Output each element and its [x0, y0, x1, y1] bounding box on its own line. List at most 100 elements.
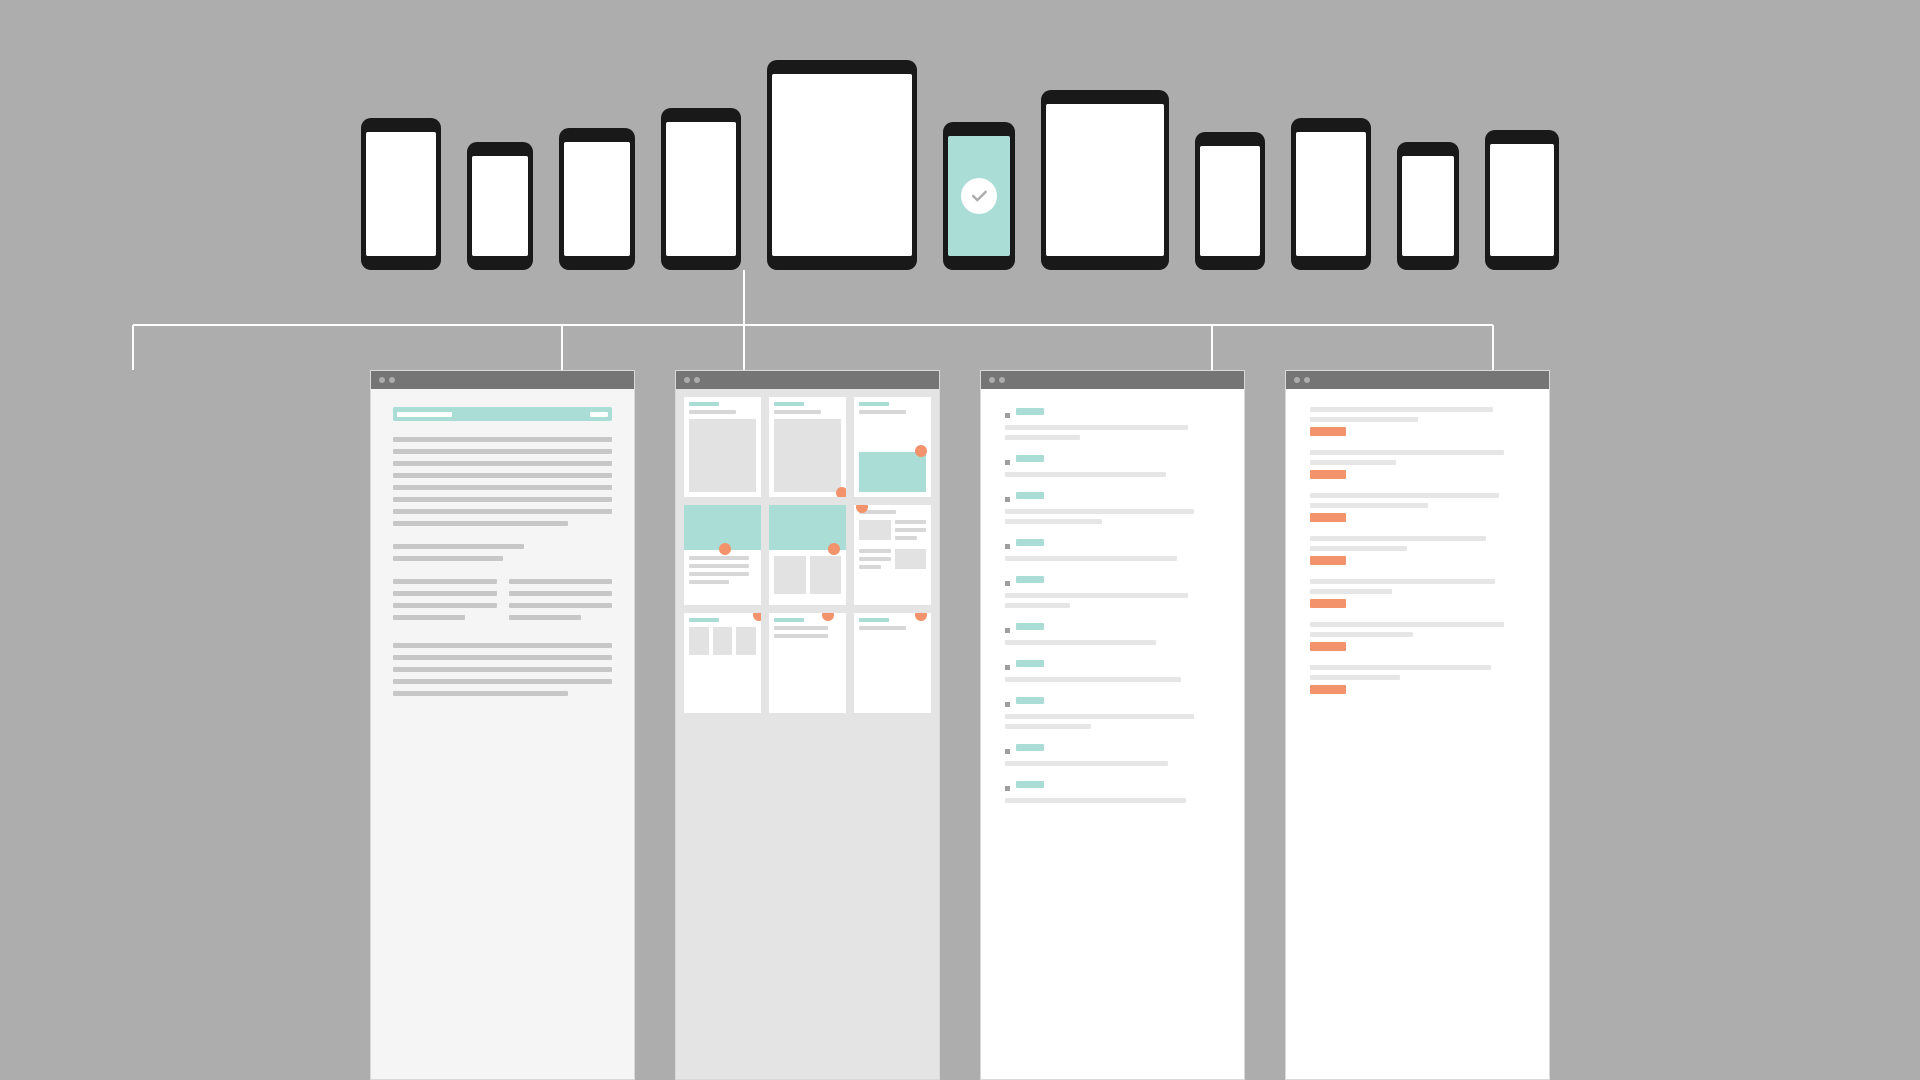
window-control-dot: [1304, 377, 1310, 383]
text-line: [393, 521, 568, 526]
list-item: [1005, 622, 1220, 645]
thumbnail: [854, 613, 931, 713]
device-screen: [564, 142, 630, 256]
tag-teal: [1016, 492, 1044, 499]
text-line: [393, 449, 612, 454]
status-dot-icon: [915, 445, 927, 457]
device-phone-5: [1195, 132, 1265, 270]
windows-row: [0, 370, 1920, 1080]
window-titlebar: [1286, 371, 1549, 389]
thumbnail: [854, 397, 931, 497]
thumbnail: [854, 505, 931, 605]
device-screen: [1490, 144, 1554, 256]
thumbnail-grid: [684, 397, 931, 713]
tag-teal: [1016, 781, 1044, 788]
list-item: [1005, 491, 1220, 524]
text-line: [393, 437, 612, 442]
text-line: [393, 497, 612, 502]
text-line: [509, 579, 613, 584]
window-titlebar: [676, 371, 939, 389]
text-line: [393, 691, 568, 696]
text-line: [393, 485, 612, 490]
window-body: [1286, 389, 1549, 1079]
tag-teal: [1016, 576, 1044, 583]
thumbnail: [769, 613, 846, 713]
window-control-dot: [989, 377, 995, 383]
text-line: [393, 544, 524, 549]
two-column-block: [393, 579, 612, 627]
device-tablet-1: [767, 60, 917, 270]
device-phone-7: [1397, 142, 1459, 270]
text-line: [393, 667, 612, 672]
window-body: [676, 389, 939, 1079]
device-screen: [472, 156, 528, 256]
list-item: [1005, 696, 1220, 729]
window-control-dot: [684, 377, 690, 383]
tag-teal: [1016, 660, 1044, 667]
device-screen: [666, 122, 736, 256]
tag-teal: [1016, 455, 1044, 462]
tag-orange: [1310, 470, 1346, 479]
window-body: [371, 389, 634, 1079]
device-phone-6: [1291, 118, 1371, 270]
list-item: [1310, 665, 1525, 694]
list-item: [1005, 538, 1220, 561]
tag-orange: [1310, 685, 1346, 694]
status-dot-icon: [836, 487, 846, 497]
window-control-dot: [389, 377, 395, 383]
tag-teal: [1016, 539, 1044, 546]
window-control-dot: [379, 377, 385, 383]
tag-teal: [1016, 408, 1044, 415]
list-item: [1310, 579, 1525, 608]
tag-teal: [1016, 744, 1044, 751]
window-list-orange: [1285, 370, 1550, 1080]
window-control-dot: [1294, 377, 1300, 383]
device-screen: [1296, 132, 1366, 256]
device-phone-selected: [943, 122, 1015, 270]
device-screen: [366, 132, 436, 256]
list-item: [1310, 536, 1525, 565]
status-dot-icon: [828, 543, 840, 555]
status-dot-icon: [822, 613, 834, 621]
window-titlebar: [981, 371, 1244, 389]
device-screen: [1046, 104, 1164, 256]
status-dot-icon: [915, 613, 927, 621]
checkmark-icon: [969, 186, 989, 206]
tag-teal: [1016, 697, 1044, 704]
tag-orange: [1310, 427, 1346, 436]
list-item: [1005, 659, 1220, 682]
device-phone-2: [467, 142, 533, 270]
text-line: [509, 603, 613, 608]
list-item: [1005, 780, 1220, 803]
connector-lines: [0, 270, 1600, 370]
text-line: [393, 591, 497, 596]
window-body: [981, 389, 1244, 1079]
text-line: [393, 473, 612, 478]
text-line: [393, 603, 497, 608]
text-line: [393, 679, 612, 684]
device-row: [0, 0, 1920, 270]
window-list-teal: [980, 370, 1245, 1080]
tag-orange: [1310, 599, 1346, 608]
list-item: [1005, 743, 1220, 766]
tag-orange: [1310, 556, 1346, 565]
thumbnail: [684, 613, 761, 713]
text-line: [393, 461, 612, 466]
text-line: [393, 579, 497, 584]
device-phone-1: [361, 118, 441, 270]
text-line: [393, 615, 465, 620]
text-line: [393, 509, 612, 514]
status-dot-icon: [753, 613, 761, 621]
window-thumbnail-grid: [675, 370, 940, 1080]
thumbnail: [684, 505, 761, 605]
status-dot-icon: [719, 543, 731, 555]
text-line: [509, 615, 581, 620]
thumbnail: [684, 397, 761, 497]
list-item: [1005, 575, 1220, 608]
tag-teal: [1016, 623, 1044, 630]
tag-orange: [1310, 513, 1346, 522]
text-line: [393, 643, 612, 648]
list-item: [1310, 407, 1525, 436]
list-item: [1310, 622, 1525, 651]
checkmark-badge: [961, 178, 997, 214]
